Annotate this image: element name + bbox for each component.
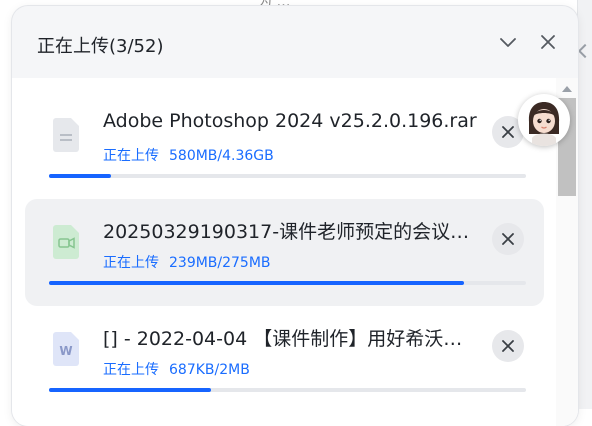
archive-file-icon <box>53 118 79 152</box>
word-w-glyph: W <box>59 344 73 358</box>
assistant-avatar[interactable] <box>518 94 570 146</box>
progress-fill <box>49 281 464 285</box>
avatar-icon <box>520 96 568 146</box>
upload-item[interactable]: W [] - 2022-04-04 【课件制作】用好希沃… 正在上传 687KB/… <box>25 306 544 413</box>
close-icon <box>502 233 514 245</box>
upload-size: 239MB/275MB <box>169 255 271 271</box>
upload-size: 687KB/2MB <box>169 362 250 378</box>
progress-fill <box>49 174 111 178</box>
close-icon <box>541 35 555 49</box>
file-name: 20250329190317-课件老师预定的会议… <box>103 221 470 243</box>
upload-item[interactable]: Adobe Photoshop 2024 v25.2.0.196.rar 正在上… <box>25 92 544 199</box>
cancel-upload-button[interactable] <box>492 330 524 362</box>
panel-title: 正在上传(3/52) <box>37 36 164 57</box>
progress-track <box>49 174 526 178</box>
collapse-button[interactable] <box>498 32 518 52</box>
status-label: 正在上传 <box>103 362 159 378</box>
upload-status: 正在上传 239MB/275MB <box>103 252 271 272</box>
panel-header: 正在上传(3/52) <box>12 6 578 78</box>
upload-status: 正在上传 687KB/2MB <box>103 359 250 379</box>
close-panel-button[interactable] <box>538 32 558 52</box>
status-label: 正在上传 <box>103 148 159 164</box>
cancel-upload-button[interactable] <box>492 223 524 255</box>
word-file-icon: W <box>53 332 79 366</box>
progress-track <box>49 388 526 392</box>
video-camera-icon <box>58 237 75 249</box>
upload-status: 正在上传 580MB/4.36GB <box>103 145 274 165</box>
chevron-left-icon[interactable] <box>577 43 592 59</box>
upload-item[interactable]: 20250329190317-课件老师预定的会议… 正在上传 239MB/275M… <box>25 199 544 306</box>
upload-list: Adobe Photoshop 2024 v25.2.0.196.rar 正在上… <box>12 78 578 426</box>
scroll-up-arrow-icon[interactable] <box>562 86 572 92</box>
close-icon <box>502 340 514 352</box>
progress-track <box>49 281 526 285</box>
file-name: [] - 2022-04-04 【课件制作】用好希沃… <box>103 328 463 350</box>
side-panel-edge[interactable] <box>577 0 592 409</box>
status-label: 正在上传 <box>103 255 159 271</box>
video-file-icon <box>53 225 79 259</box>
upload-size: 580MB/4.36GB <box>169 148 274 164</box>
file-name: Adobe Photoshop 2024 v25.2.0.196.rar <box>103 110 477 132</box>
upload-panel: 正在上传(3/52) Adobe Photoshop 2024 v25.2.0.… <box>12 6 578 426</box>
chevron-down-icon <box>500 38 516 47</box>
progress-fill <box>49 388 212 392</box>
close-icon <box>502 126 514 138</box>
